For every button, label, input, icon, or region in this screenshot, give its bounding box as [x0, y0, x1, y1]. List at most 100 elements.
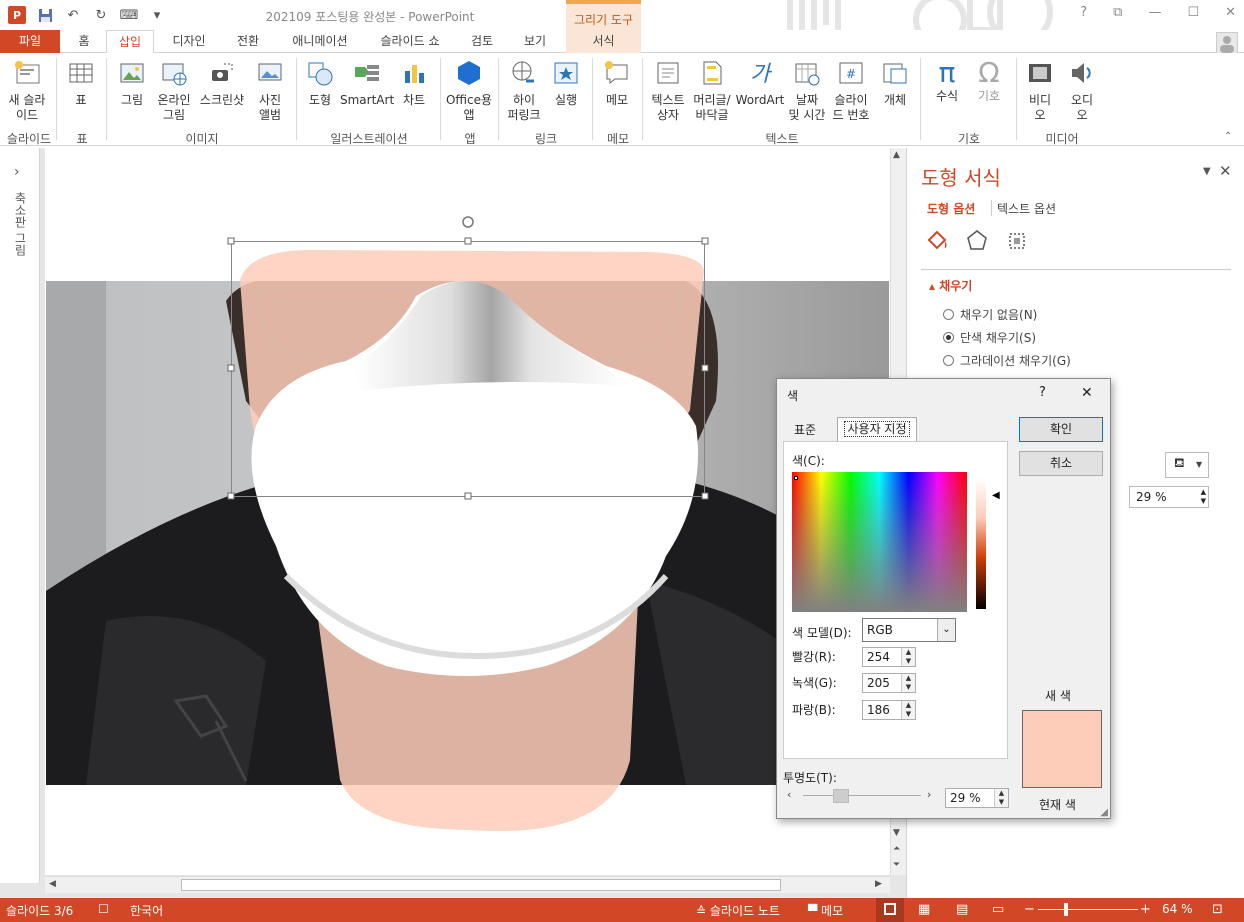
- fill-option-solid[interactable]: 단색 채우기(S): [943, 329, 1036, 346]
- maximize-button[interactable]: ☐: [1187, 5, 1199, 20]
- tab-shape-options[interactable]: 도형 옵션: [927, 200, 975, 217]
- audio-button[interactable]: 오디 오: [1062, 57, 1102, 123]
- tab-animations[interactable]: 애니메이션: [280, 30, 360, 53]
- horizontal-scroll-thumb[interactable]: [181, 879, 781, 891]
- header-footer-button[interactable]: 머리글/ 바닥글: [690, 57, 734, 123]
- account-avatar[interactable]: [1216, 32, 1238, 54]
- action-button[interactable]: 실행: [546, 57, 586, 108]
- prev-slide-icon[interactable]: ⏶: [893, 844, 900, 854]
- tab-text-options[interactable]: 텍스트 옵션: [997, 200, 1056, 217]
- tab-home[interactable]: 홈: [64, 30, 104, 53]
- scroll-down-icon[interactable]: ▼: [893, 828, 900, 838]
- view-sorter-icon[interactable]: ▦: [918, 902, 930, 917]
- new-slide-button[interactable]: 새 슬라 이드: [4, 57, 50, 123]
- spin-arrows-icon[interactable]: ▲ ▼: [901, 648, 915, 666]
- zoom-slider[interactable]: [1038, 909, 1138, 910]
- ok-button[interactable]: 확인: [1019, 417, 1103, 442]
- zoom-in-icon[interactable]: +: [1140, 902, 1151, 917]
- selection-frame[interactable]: [226, 212, 712, 504]
- horizontal-scrollbar[interactable]: ◀ ▶: [45, 876, 890, 893]
- red-input[interactable]: 254 ▲ ▼: [862, 647, 916, 667]
- spin-arrows-icon[interactable]: ▲ ▼: [901, 674, 915, 692]
- view-reading-icon[interactable]: ▤: [956, 902, 968, 917]
- fill-option-gradient[interactable]: 그라데이션 채우기(G): [943, 352, 1071, 369]
- scroll-up-icon[interactable]: ▲: [893, 150, 900, 160]
- chart-button[interactable]: 차트: [396, 57, 432, 108]
- hyperlink-button[interactable]: 하이 퍼링크: [502, 57, 546, 123]
- fill-option-none[interactable]: 채우기 없음(N): [943, 306, 1037, 323]
- tab-design[interactable]: 디자인: [160, 30, 218, 53]
- transparency-input[interactable]: 29 % ▲ ▼: [945, 788, 1009, 808]
- pane-transparency-input[interactable]: 29 % ▲ ▼: [1129, 486, 1209, 508]
- thumbnail-pane-collapsed[interactable]: › 축소판 그림: [0, 148, 40, 883]
- dialog-help-button[interactable]: ?: [1039, 385, 1046, 400]
- tab-slideshow[interactable]: 슬라이드 쇼: [368, 30, 452, 53]
- pane-options-icon[interactable]: ▼: [1203, 166, 1211, 177]
- minimize-button[interactable]: —: [1148, 5, 1161, 20]
- resize-grip-icon[interactable]: ◢: [1100, 807, 1108, 818]
- color-model-select[interactable]: RGB ⌄: [862, 618, 956, 642]
- spin-arrows-icon[interactable]: ▲ ▼: [1201, 488, 1206, 506]
- office-app-button[interactable]: Office용 앱: [444, 57, 494, 123]
- smartart-button[interactable]: SmartArt: [340, 57, 394, 108]
- wordart-button[interactable]: 가 WordArt: [734, 57, 786, 108]
- zoom-level[interactable]: 64 %: [1162, 902, 1193, 916]
- fill-section-header[interactable]: ▴ 채우기: [929, 277, 972, 294]
- comments-button[interactable]: ▀ 메모: [808, 902, 843, 919]
- transparency-slider[interactable]: ‹ ›: [783, 787, 939, 805]
- cancel-button[interactable]: 취소: [1019, 451, 1103, 476]
- blue-input[interactable]: 186 ▲ ▼: [862, 700, 916, 720]
- luminance-pointer-icon[interactable]: ◀: [992, 490, 1000, 501]
- zoom-slider-thumb[interactable]: [1064, 903, 1068, 916]
- zoom-out-icon[interactable]: −: [1024, 902, 1035, 917]
- spin-arrows-icon[interactable]: ▲ ▼: [994, 789, 1008, 807]
- size-properties-icon[interactable]: [1005, 228, 1029, 252]
- tab-review[interactable]: 검토: [460, 30, 504, 53]
- slider-right-icon[interactable]: ›: [927, 788, 931, 801]
- scroll-right-icon[interactable]: ▶: [875, 879, 882, 889]
- photo-album-button[interactable]: 사진 앨범: [250, 57, 290, 123]
- expand-thumbnails-icon[interactable]: ›: [14, 164, 20, 180]
- fill-color-picker[interactable]: ⛾ ▼: [1165, 452, 1209, 478]
- slide-number-button[interactable]: # 슬라이 드 번호: [828, 57, 874, 123]
- effects-icon[interactable]: [965, 228, 989, 252]
- spin-arrows-icon[interactable]: ▲ ▼: [901, 701, 915, 719]
- textbox-button[interactable]: 텍스트 상자: [646, 57, 690, 123]
- date-time-button[interactable]: 날짜 및 시간: [786, 57, 828, 123]
- next-slide-icon[interactable]: ⏷: [893, 860, 900, 870]
- language-indicator[interactable]: 한국어: [130, 902, 163, 919]
- transparency-slider-thumb[interactable]: [832, 789, 849, 803]
- help-button[interactable]: ?: [1080, 5, 1087, 20]
- shapes-button[interactable]: 도형: [300, 57, 340, 108]
- tab-view[interactable]: 보기: [512, 30, 558, 53]
- dialog-close-button[interactable]: ✕: [1081, 385, 1093, 401]
- slide-counter[interactable]: 슬라이드 3/6: [6, 902, 73, 919]
- color-spectrum[interactable]: [792, 472, 967, 612]
- fit-to-window-icon[interactable]: ⊡: [1212, 902, 1223, 917]
- symbol-button[interactable]: Ω 기호: [968, 57, 1010, 104]
- view-slideshow-icon[interactable]: ▭: [992, 902, 1004, 917]
- luminance-slider[interactable]: [976, 478, 986, 609]
- collapse-ribbon-icon[interactable]: ⌃: [1224, 131, 1232, 142]
- video-button[interactable]: 비디 오: [1020, 57, 1060, 123]
- slider-left-icon[interactable]: ‹: [787, 788, 791, 801]
- tab-standard[interactable]: 표준: [785, 419, 825, 441]
- scroll-left-icon[interactable]: ◀: [49, 879, 56, 889]
- tab-format[interactable]: 서식: [566, 30, 641, 53]
- tab-custom[interactable]: 사용자 지정: [837, 417, 917, 442]
- view-normal-button[interactable]: [876, 898, 904, 922]
- fill-line-icon[interactable]: [925, 228, 949, 252]
- table-button[interactable]: 표: [62, 57, 100, 108]
- tab-transitions[interactable]: 전환: [224, 30, 272, 53]
- notes-button[interactable]: ≙ 슬라이드 노트: [696, 902, 780, 919]
- screenshot-button[interactable]: 스크린샷: [196, 57, 248, 108]
- close-button[interactable]: ✕: [1225, 5, 1236, 20]
- tab-file[interactable]: 파일: [0, 30, 60, 53]
- equation-button[interactable]: π 수식: [926, 57, 968, 104]
- picture-button[interactable]: 그림: [112, 57, 152, 108]
- green-input[interactable]: 205 ▲ ▼: [862, 673, 916, 693]
- comment-button[interactable]: 메모: [598, 57, 636, 108]
- online-picture-button[interactable]: 온라인 그림: [152, 57, 196, 123]
- tab-insert[interactable]: 삽입: [106, 30, 154, 54]
- spellcheck-icon[interactable]: ☐: [98, 902, 109, 916]
